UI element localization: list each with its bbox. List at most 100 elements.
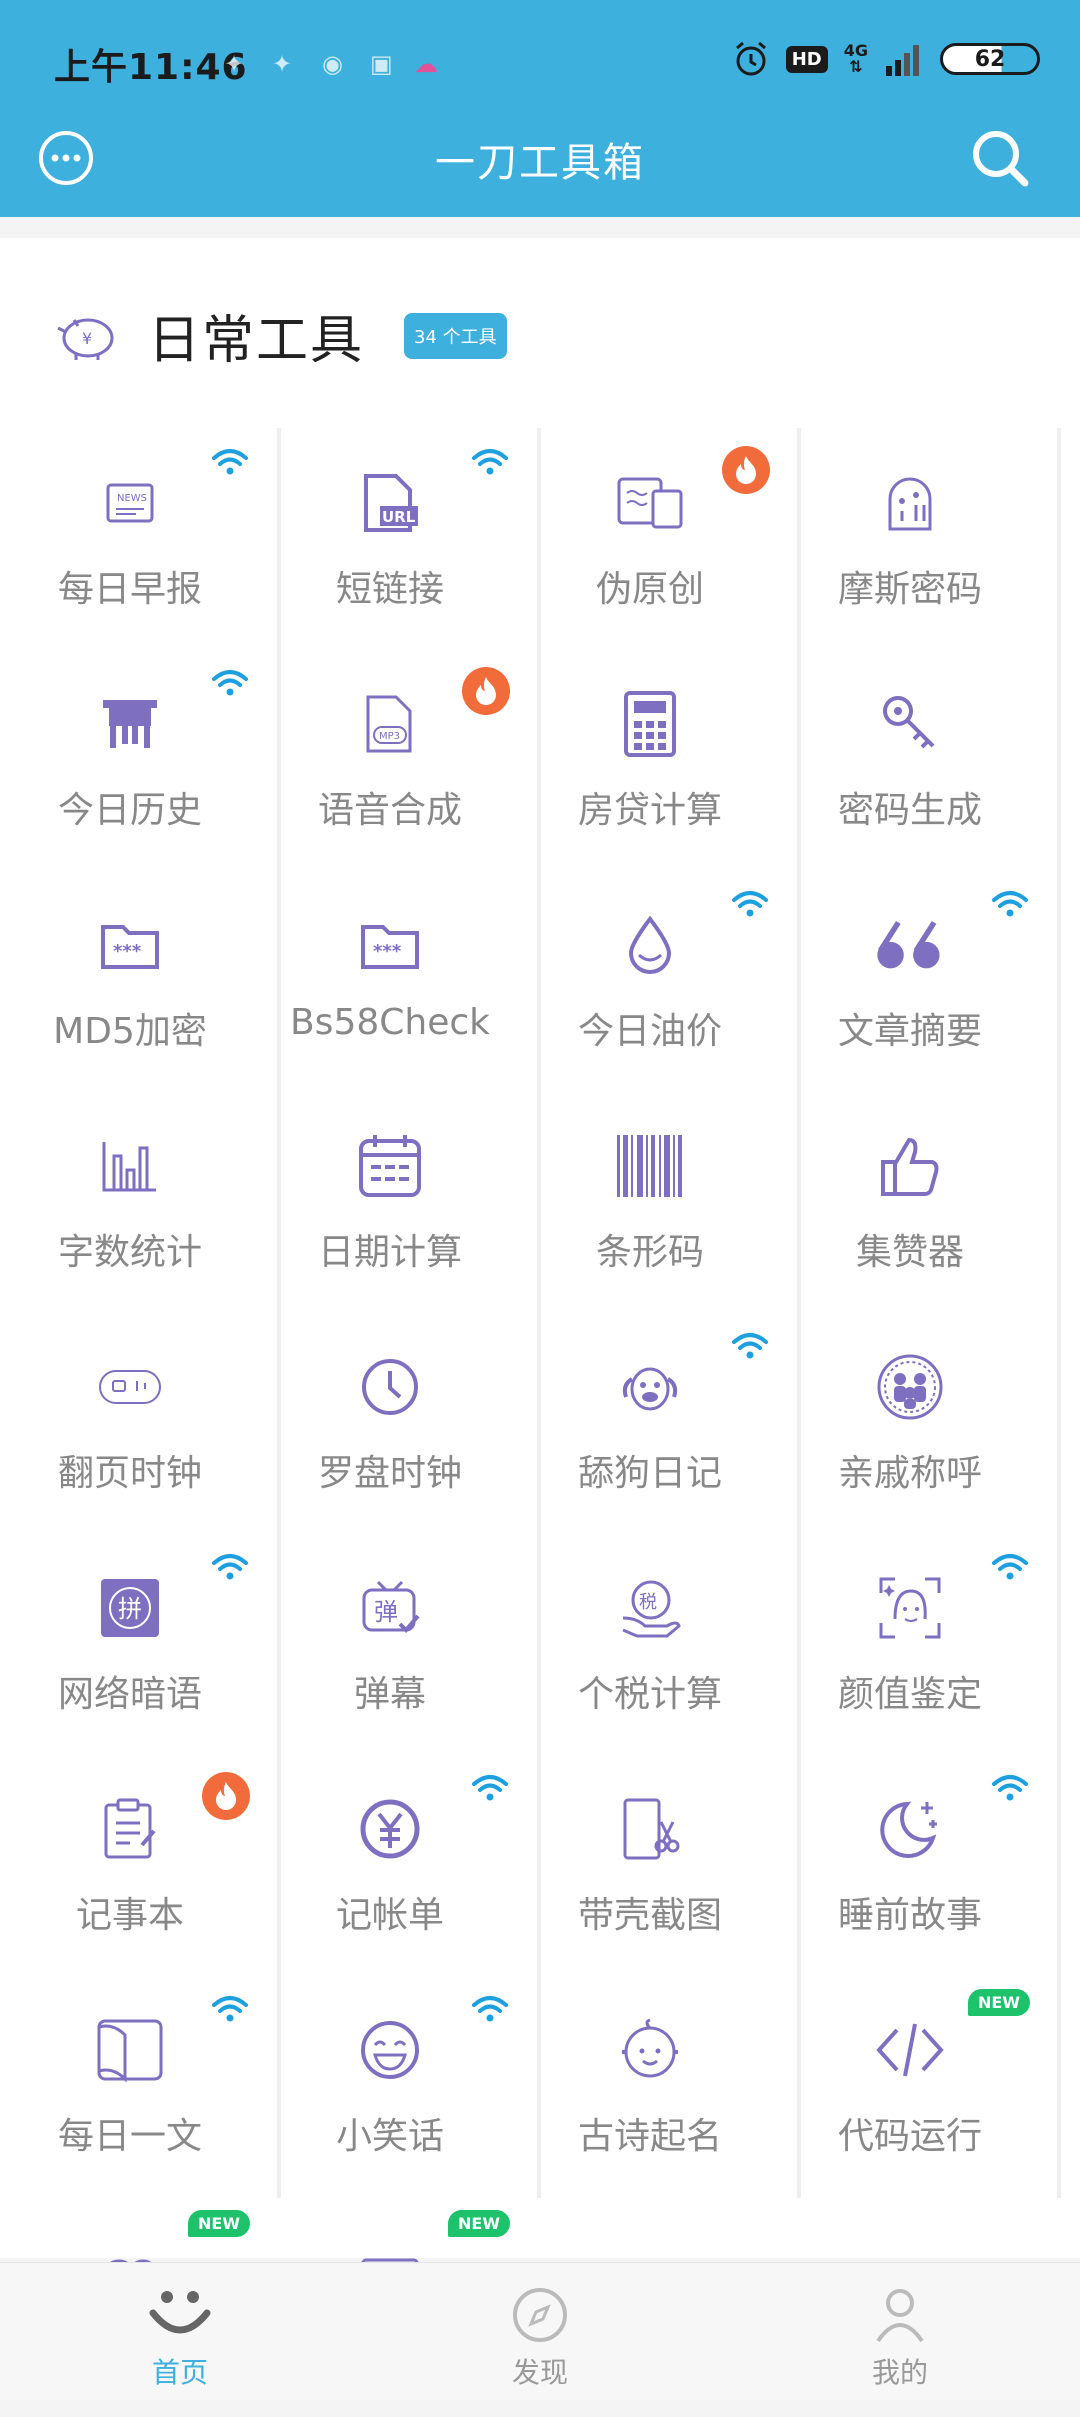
tool-label: 舔狗日记 [577,1453,722,1494]
tool-item[interactable]: 条形码 [520,1091,780,1312]
tool-item[interactable]: 文章摘要 [780,870,1040,1091]
tool-item[interactable]: 密码生成 [780,649,1040,870]
tool-label: 今日历史 [57,790,202,831]
piggy-bank-icon: ¥ [57,318,114,360]
tool-item[interactable]: 今日油价 [520,870,780,1091]
nav-discover[interactable]: 发现 [360,2263,720,2400]
tool-item[interactable]: 罗盘时钟 [260,1312,520,1533]
thumbs-up-icon [875,1131,945,1201]
tool-item[interactable]: *** Bs58Check [260,870,520,1091]
flip-clock-icon [95,1352,165,1422]
notification-icon: ✦ [224,50,245,78]
svg-text:拼: 拼 [118,1595,142,1623]
tool-item[interactable]: 税个税计算 [520,1533,780,1754]
data-arrows-icon: ⇅ [849,57,863,76]
tools-card: ¥ 日常工具 34 个工具 NEWS 每日早报 URL 短链接 伪原创 摩斯密码 今日历史 M… [0,238,1080,2293]
tv-bullet-icon: 弹 [355,1573,425,1643]
status-right-group: HD 4G ⇅ 62 [732,40,1040,78]
tool-item[interactable]: 带壳截图 [520,1754,780,1975]
hot-fire-icon [722,446,770,494]
tool-item[interactable]: 记帐单 [260,1754,520,1975]
notification-icon: ▣ [370,50,393,78]
ancient-vessel-icon [95,689,165,759]
nav-mine-label: 我的 [871,2356,928,2389]
tool-label: 个税计算 [577,1674,722,1715]
tool-label: 房贷计算 [577,790,722,831]
bottom-nav: 首页 发现 我的 [0,2262,1080,2400]
svg-text:***: *** [373,941,402,962]
hot-fire-icon [462,667,510,715]
online-wifi-icon [210,1551,250,1587]
phone-scissors-icon [615,1794,685,1864]
tool-item[interactable]: 弹弹幕 [260,1533,520,1754]
tool-item[interactable]: 今日历史 [0,649,260,870]
tool-item[interactable]: *** MD5加密 [0,870,260,1091]
status-time: 上午11:46 [54,47,248,88]
new-badge-label: NEW [188,2210,250,2237]
svg-text:¥: ¥ [82,329,92,348]
online-wifi-icon [210,446,250,482]
nav-mine[interactable]: 我的 [720,2263,1080,2400]
online-wifi-icon [990,1772,1030,1808]
tool-item[interactable]: 日期计算 [260,1091,520,1312]
tool-item[interactable]: 舔狗日记 [520,1312,780,1533]
svg-text:***: *** [113,941,142,962]
tool-item[interactable]: 字数统计 [0,1091,260,1312]
book-icon [95,2015,165,2085]
tool-item[interactable]: URL 短链接 [260,428,520,649]
moon-icon [875,1794,945,1864]
barcode-icon [615,1131,685,1201]
tool-item[interactable]: 代码运行 NEW [780,1975,1040,2196]
tool-label: 短链接 [335,569,444,610]
alarm-icon [735,41,766,76]
online-wifi-icon [730,888,770,924]
tool-item[interactable]: 拼网络暗语 [0,1533,260,1754]
tool-label: 代码运行 [837,2116,982,2157]
nav-home-label: 首页 [151,2356,208,2389]
tool-item[interactable]: MP3 语音合成 [260,649,520,870]
hd-badge: HD [785,45,828,73]
tool-item[interactable]: 翻页时钟 [0,1312,260,1533]
tool-item[interactable]: 古诗起名 [520,1975,780,2196]
battery-indicator: 62 [940,43,1040,75]
newspaper-icon: NEWS [95,468,165,538]
tool-item[interactable]: 集赞器 [780,1091,1040,1312]
tool-item[interactable]: 房贷计算 [520,649,780,870]
svg-text:弹: 弹 [374,1598,398,1626]
network-indicator: 4G ⇅ [844,43,868,75]
tool-label: 记事本 [75,1895,184,1936]
tool-item[interactable]: 伪原创 [520,428,780,649]
tool-label: 每日一文 [57,2116,202,2157]
new-badge-label: NEW [448,2210,510,2237]
tool-label: 字数统计 [57,1232,202,1273]
online-wifi-icon [210,667,250,703]
key-icon [875,689,945,759]
tool-label: 小笑话 [335,2116,444,2157]
dog-icon [615,1352,685,1422]
tool-label: 文章摘要 [837,1011,982,1052]
search-button[interactable] [968,126,1032,190]
notification-icon: ✦ [272,50,293,78]
tool-item[interactable]: 记事本 [0,1754,260,1975]
tool-label: 睡前故事 [837,1895,982,1936]
face-scan-icon [875,1573,945,1643]
tool-label: 颜值鉴定 [837,1674,982,1715]
tool-item[interactable]: 颜值鉴定 [780,1533,1040,1754]
family-icon [875,1352,945,1422]
tool-item[interactable]: 摩斯密码 [780,428,1040,649]
tool-item[interactable]: NEWS 每日早报 [0,428,260,649]
person-icon [876,2289,924,2343]
tool-label: 集赞器 [855,1232,964,1273]
page-title: 一刀工具箱 [435,140,645,186]
tool-item[interactable]: 亲戚称呼 [780,1312,1040,1533]
tool-item[interactable]: 每日一文 [0,1975,260,2196]
new-badge: NEW [448,2210,510,2237]
nav-home[interactable]: 首页 [0,2263,360,2400]
svg-text:NEWS: NEWS [117,493,147,504]
tool-grid: NEWS 每日早报 URL 短链接 伪原创 摩斯密码今日历史 MP3 语音合成 房贷计算 密码生成… [0,428,1080,2417]
tool-label: Bs58Check [289,1002,490,1043]
tool-item[interactable]: 睡前故事 [780,1754,1040,1975]
svg-text:URL: URL [382,508,416,526]
tool-item[interactable]: 小笑话 [260,1975,520,2196]
tax-icon: 税 [615,1573,685,1643]
